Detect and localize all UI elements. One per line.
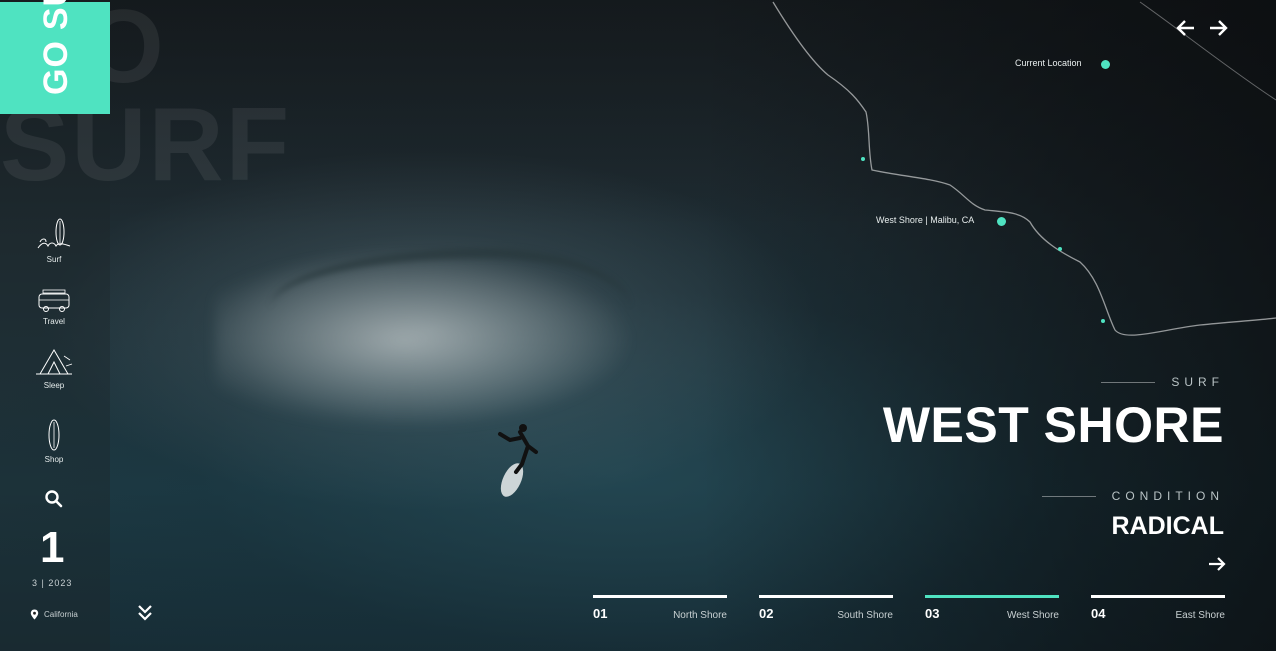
kicker-rule (1041, 495, 1096, 497)
search-button[interactable] (44, 489, 64, 509)
brand-logo[interactable]: GO SURF (37, 0, 76, 95)
tab-label: North Shore (673, 610, 727, 621)
details-arrow-button[interactable] (1207, 555, 1227, 573)
surfboard-icon (48, 419, 60, 451)
double-chevron-down-icon (138, 605, 152, 621)
slide-number: 1 (40, 523, 65, 572)
slide-tabs: 01 North Shore 02 South Shore 03 West Sh… (593, 595, 1225, 621)
tab-label: East Shore (1175, 610, 1225, 621)
slide-nav-arrows (1176, 18, 1228, 38)
current-location-dot[interactable] (1101, 60, 1110, 69)
brand-word-go: GO (37, 40, 75, 95)
tab-number: 03 (925, 606, 940, 621)
page-title: WEST SHORE (882, 397, 1224, 453)
tab-number: 02 (759, 606, 774, 621)
tab-label: West Shore (1006, 610, 1059, 621)
map-marker[interactable] (1101, 319, 1105, 323)
arrow-right-icon (1209, 557, 1226, 571)
arrow-left-icon (1176, 20, 1194, 36)
map-marker[interactable] (861, 157, 865, 161)
spot-dot[interactable] (997, 217, 1006, 226)
van-icon (38, 289, 70, 312)
arrow-right-icon (1210, 20, 1228, 36)
tab-east-shore[interactable]: 04 East Shore (1091, 595, 1225, 621)
location-label: California (30, 609, 78, 620)
sidebar-item-label: Shop (44, 455, 64, 464)
condition-value: RADICAL (1111, 512, 1225, 540)
category-label: SURF (1171, 375, 1224, 389)
sidebar-item-label: Surf (46, 255, 62, 264)
scroll-down-button[interactable] (136, 603, 154, 623)
date-label: 3 | 2023 (32, 578, 73, 588)
sidebar-item-label: Travel (43, 317, 65, 326)
tab-number: 01 (593, 606, 608, 621)
location-pin-icon (30, 609, 39, 620)
sidebar-item-label: Sleep (43, 381, 65, 390)
search-icon (45, 490, 63, 508)
tab-label: South Shore (837, 610, 893, 621)
sidebar-item-sleep[interactable]: Sleep (25, 346, 83, 390)
map-marker[interactable] (1058, 247, 1062, 251)
tent-icon (36, 349, 73, 375)
condition-label: CONDITION (1111, 489, 1224, 503)
tab-west-shore[interactable]: 03 West Shore (925, 595, 1059, 621)
brand-word-surf: SURF (37, 0, 75, 30)
surf-icon (37, 218, 71, 249)
category-kicker: SURF (1101, 375, 1224, 389)
sidebar-item-surf[interactable]: Surf (25, 218, 83, 264)
tab-south-shore[interactable]: 02 South Shore (759, 595, 893, 621)
location-text: California (44, 610, 78, 619)
condition-kicker: CONDITION (1041, 489, 1224, 503)
tab-number: 04 (1091, 606, 1106, 621)
prev-slide-button[interactable] (1176, 18, 1196, 38)
next-slide-button[interactable] (1208, 18, 1228, 38)
sidebar-item-shop[interactable]: Shop (25, 418, 83, 464)
tab-north-shore[interactable]: 01 North Shore (593, 595, 727, 621)
kicker-rule (1101, 381, 1156, 383)
sidebar-item-travel[interactable]: Travel (25, 288, 83, 326)
